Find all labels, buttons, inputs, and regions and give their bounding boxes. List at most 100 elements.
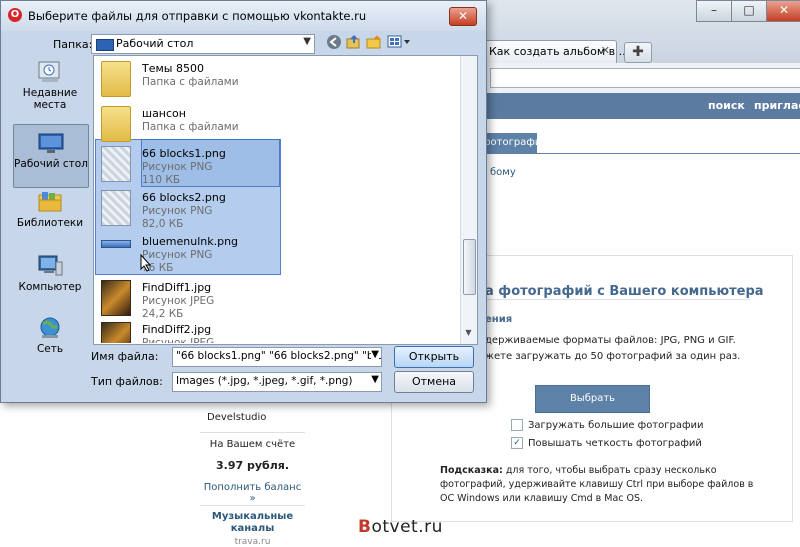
vk-header: поиск пригласить <box>482 93 800 119</box>
watermark-rest: otvet.ru <box>371 517 443 537</box>
lookin-label: Папка: <box>53 38 93 51</box>
place-recent[interactable]: Недавние места <box>13 60 87 122</box>
file-item[interactable]: Темы 8500 Папка с файлами <box>98 58 398 102</box>
search-link[interactable]: поиск <box>708 99 745 112</box>
balance-box: На Вашем счёте 3.97 рубля. Пополнить бал… <box>200 432 305 506</box>
minimize-button[interactable]: – <box>696 0 732 22</box>
dialog-titlebar[interactable]: O Выберите файлы для отправки с помощью … <box>1 1 486 31</box>
dialog-close-button[interactable]: ✕ <box>449 7 477 26</box>
file-type: Рисунок PNG <box>142 249 213 261</box>
jpg-image-icon <box>101 322 131 343</box>
file-type: Рисунок PNG <box>142 161 213 173</box>
recent-places-icon <box>38 61 60 82</box>
trava-link[interactable]: trava.ru <box>200 537 305 547</box>
file-name: шансон <box>142 107 186 120</box>
file-type: Рисунок PNG <box>142 205 213 217</box>
cancel-button[interactable]: Отмена <box>394 371 474 393</box>
large-photos-checkbox[interactable] <box>511 419 523 431</box>
filetype-value: Images (*.jpg, *.jpeg, *.gif, *.png) <box>176 375 353 387</box>
png-image-icon <box>101 146 131 182</box>
tab-photos[interactable]: фотографий <box>482 133 548 153</box>
opera-icon: O <box>8 8 22 22</box>
computer-icon <box>38 255 63 276</box>
file-open-dialog: O Выберите файлы для отправки с помощью … <box>0 0 487 403</box>
sharpen-label: Повышать четкость фотографий <box>528 438 702 449</box>
music-channels-link[interactable]: Музыкальные каналы <box>200 511 305 535</box>
file-type: Рисунок JPEG <box>142 337 215 343</box>
place-label: Библиотеки <box>16 217 84 229</box>
scroll-down-icon[interactable]: ▼ <box>463 328 474 341</box>
chevron-down-icon[interactable]: ▼ <box>371 349 379 360</box>
file-name: 66 blocks1.png <box>142 147 226 160</box>
window-controls: – □ ✕ <box>486 0 800 40</box>
upload-formats-text: держиваемые форматы файлов: JPG, PNG и G… <box>485 335 736 346</box>
place-network[interactable]: Сеть <box>13 316 87 378</box>
file-list[interactable]: Темы 8500 Папка с файлами шансон Папка с… <box>93 55 478 345</box>
vk-tab-strip: фотографий <box>482 133 800 154</box>
hint-text: Подсказка: для того, чтобы выбрать сразу… <box>440 464 770 506</box>
png-image-icon <box>101 240 131 248</box>
place-desktop[interactable]: Рабочий стол <box>13 124 89 188</box>
file-name: Темы 8500 <box>142 62 204 75</box>
upload-subtitle: ения <box>485 314 513 325</box>
view-menu-icon[interactable] <box>385 34 415 52</box>
close-window-button[interactable]: ✕ <box>766 0 800 22</box>
filetype-select[interactable]: Images (*.jpg, *.jpeg, *.gif, *.png) ▼ <box>172 372 382 392</box>
scrollbar-thumb[interactable] <box>463 239 476 295</box>
file-item-selected[interactable]: 66 blocks2.png Рисунок PNG 82,0 КБ <box>98 187 398 231</box>
up-folder-icon[interactable] <box>345 34 363 52</box>
desktop-small-icon <box>96 39 114 51</box>
png-image-icon <box>101 190 131 226</box>
file-size: 82,0 КБ <box>142 218 184 230</box>
filetype-label: Тип файлов: <box>91 375 163 388</box>
jpg-image-icon <box>101 280 131 316</box>
file-type: Рисунок JPEG <box>142 295 215 307</box>
lookin-value: Рабочий стол <box>116 37 194 50</box>
hint-label: Подсказка: <box>440 465 503 476</box>
close-tab-icon[interactable]: ✕ <box>601 44 610 57</box>
libraries-icon <box>38 192 62 212</box>
filename-label: Имя файла: <box>91 350 159 363</box>
watermark-initial: B <box>358 517 372 537</box>
lookin-dropdown[interactable]: Рабочий стол ▼ <box>91 34 315 54</box>
file-name: FindDiff2.jpg <box>142 323 212 336</box>
invite-link[interactable]: пригласить <box>754 99 800 112</box>
topup-link[interactable]: Пополнить баланс » <box>200 482 305 504</box>
vertical-scrollbar[interactable]: ▼ <box>460 56 477 344</box>
option-large-photos[interactable]: Загружать большие фотографии <box>511 419 704 431</box>
file-type: Папка с файлами <box>142 76 239 88</box>
dialog-title: Выберите файлы для отправки с помощью vk… <box>28 9 367 23</box>
file-type: Папка с файлами <box>142 121 239 133</box>
sharpen-checkbox[interactable]: ✓ <box>511 437 523 449</box>
folder-icon <box>101 106 131 142</box>
devel-link[interactable]: Develstudio <box>207 412 266 423</box>
maximize-button[interactable]: □ <box>731 0 767 22</box>
filename-value: "66 blocks1.png" "66 blocks2.png" "bluem… <box>176 350 381 362</box>
place-libraries[interactable]: Библиотеки <box>13 190 87 252</box>
file-item[interactable]: шансон Папка с файлами <box>98 103 398 147</box>
mouse-cursor-icon <box>140 253 152 276</box>
place-computer[interactable]: Компьютер <box>13 254 87 316</box>
file-name: bluemenulnk.png <box>142 235 239 248</box>
open-button[interactable]: Открыть <box>394 346 474 368</box>
new-folder-icon[interactable] <box>365 34 383 52</box>
option-sharpen-photos[interactable]: ✓ Повышать четкость фотографий <box>511 437 702 449</box>
place-label: Недавние места <box>22 87 78 111</box>
chevron-down-icon[interactable]: ▼ <box>371 374 379 385</box>
choose-photos-button[interactable]: Выбрать фотографии <box>535 385 650 430</box>
address-bar <box>482 63 800 94</box>
chevron-down-icon: ▼ <box>303 36 311 47</box>
breadcrumb[interactable]: бому <box>490 167 516 178</box>
browser-tab[interactable]: Как создать альбом в ... ✕ <box>482 40 629 63</box>
file-item-selected[interactable]: 66 blocks1.png Рисунок PNG 110 КБ <box>98 143 398 187</box>
left-column: Develstudio На Вашем счёте 3.97 рубля. П… <box>200 407 305 547</box>
balance-label: На Вашем счёте <box>209 439 296 450</box>
watermark: Botvet.ru <box>358 517 443 537</box>
file-item[interactable]: FindDiff1.jpg Рисунок JPEG 24,2 КБ <box>98 277 398 321</box>
back-icon[interactable] <box>325 34 343 52</box>
filename-input[interactable]: "66 blocks1.png" "66 blocks2.png" "bluem… <box>172 347 382 367</box>
file-item[interactable]: FindDiff2.jpg Рисунок JPEG <box>98 319 398 343</box>
address-input[interactable] <box>490 68 800 88</box>
divider <box>482 299 750 300</box>
new-tab-button[interactable]: ✚ <box>624 42 652 63</box>
